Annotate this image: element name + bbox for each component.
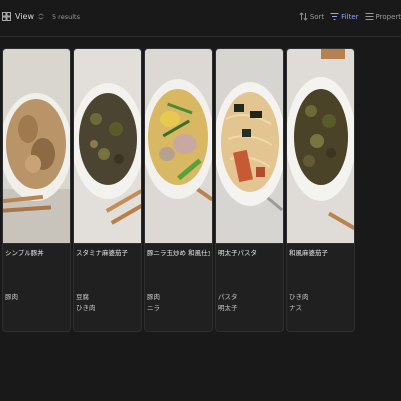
tag: パスタ [218,293,238,301]
tag: ナス [289,304,302,312]
toolbar-actions: Sort Filter Propert [299,12,401,21]
card-title: シンプル豚丼 [5,249,44,257]
card-tags: ひき肉 ナス [289,292,309,314]
gallery-card[interactable]: 豚ニラ玉炒め 和風仕立て 豚肉 ニラ [144,48,213,332]
card-tags: パスタ 明太子 [218,292,238,314]
sort-button[interactable]: Sort [299,12,324,21]
tag: ひき肉 [76,304,96,312]
sort-arrows-icon [299,12,308,21]
tag: 豚肉 [5,293,18,301]
chevron-updown-icon [38,13,44,20]
card-tags: 豚肉 [5,292,18,303]
sort-label: Sort [309,12,325,21]
properties-label: Propert [375,12,401,21]
card-title: スタミナ麻婆茄子 [76,249,128,257]
recipe-photo [216,49,283,244]
gallery-card[interactable]: シンプル豚丼 豚肉 [2,48,71,332]
recipe-photo [74,49,141,244]
tag: 豚肉 [147,293,160,301]
filter-icon [330,13,339,20]
list-icon [365,13,374,20]
database-toolbar: View 5 results Sort Filter Propert [0,0,401,37]
tag: 明太子 [218,304,238,312]
recipe-photo [145,49,212,244]
filter-button[interactable]: Filter [330,12,359,21]
recipe-photo [287,49,354,244]
tag: ニラ [147,304,160,312]
gallery-grid: シンプル豚丼 豚肉 スタミナ麻婆茄子 豆腐 ひき肉 豚ニラ玉炒め 和風仕 豚肉 … [2,48,357,332]
view-switcher[interactable]: View 5 results [2,12,80,21]
card-title: 明太子パスタ [218,249,257,257]
results-count: 5 results [51,12,80,21]
gallery-card[interactable]: 明太子パスタ パスタ 明太子 [215,48,284,332]
card-title: 和風麻婆茄子 [289,249,328,257]
card-title: 豚ニラ玉炒め 和風仕立て [147,249,210,257]
tag: ひき肉 [289,293,309,301]
filter-label: Filter [341,12,359,21]
recipe-photo [3,49,70,244]
gallery-card[interactable]: スタミナ麻婆茄子 豆腐 ひき肉 [73,48,142,332]
tag: 豆腐 [76,293,89,301]
grid-icon [2,12,11,21]
card-tags: 豆腐 ひき肉 [76,292,96,314]
card-tags: 豚肉 ニラ [147,292,160,314]
view-label: View [15,12,34,21]
properties-button[interactable]: Propert [365,12,401,21]
gallery-card[interactable]: 和風麻婆茄子 ひき肉 ナス [286,48,355,332]
